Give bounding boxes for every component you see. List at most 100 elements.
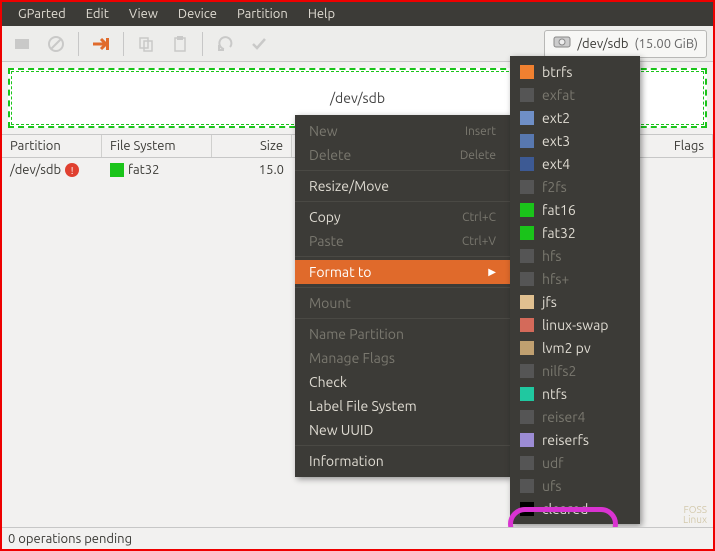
fs-option-label: cleared (542, 501, 588, 517)
menu-partition[interactable]: Partition (227, 7, 298, 21)
context-menu: NewInsertDeleteDeleteResize/MoveCopyCtrl… (295, 115, 510, 477)
menu-separator (295, 201, 510, 202)
col-partition[interactable]: Partition (2, 135, 102, 157)
fs-color-swatch (520, 502, 534, 516)
fs-label: fat32 (128, 163, 159, 177)
fs-option-label: ntfs (542, 386, 567, 402)
format-option-ext3[interactable]: ext3 (510, 129, 640, 152)
graphic-device-label: /dev/sdb (330, 90, 385, 106)
menu-separator (295, 256, 510, 257)
accelerator: Delete (460, 149, 496, 162)
fs-color-swatch (520, 364, 534, 378)
format-option-ext2[interactable]: ext2 (510, 106, 640, 129)
format-option-fat16[interactable]: fat16 (510, 198, 640, 221)
separator (123, 32, 124, 56)
fs-color-swatch (520, 180, 534, 194)
menu-item-label: Format to (309, 264, 372, 280)
menu-gparted[interactable]: GParted (8, 7, 76, 21)
format-option-fat32[interactable]: fat32 (510, 221, 640, 244)
menu-item-label: Copy (309, 209, 341, 225)
fs-option-label: fat32 (542, 225, 576, 241)
fs-color-swatch (520, 272, 534, 286)
fs-option-label: reiserfs (542, 432, 589, 448)
menu-view[interactable]: View (119, 7, 168, 21)
menu-item-name-partition: Name Partition (295, 322, 510, 346)
fs-option-label: udf (542, 455, 564, 471)
format-option-reiserfs[interactable]: reiserfs (510, 428, 640, 451)
format-option-linux-swap[interactable]: linux-swap (510, 313, 640, 336)
format-option-lvm2-pv[interactable]: lvm2 pv (510, 336, 640, 359)
menu-item-resize-move[interactable]: Resize/Move (295, 174, 510, 198)
accelerator: Ctrl+V (462, 235, 496, 248)
menu-item-label: Information (309, 453, 384, 469)
format-option-udf: udf (510, 451, 640, 474)
format-option-ufs: ufs (510, 474, 640, 497)
menu-item-label: New (309, 123, 338, 139)
format-option-reiser4: reiser4 (510, 405, 640, 428)
format-option-hfs: hfs (510, 244, 640, 267)
fs-color-swatch (520, 318, 534, 332)
harddisk-icon (553, 34, 571, 53)
statusbar: 0 operations pending (2, 527, 713, 549)
new-partition-icon[interactable] (8, 30, 36, 58)
fs-option-label: f2fs (542, 179, 567, 195)
menu-separator (295, 445, 510, 446)
fs-color-swatch (520, 433, 534, 447)
fs-color-swatch (520, 65, 534, 79)
menu-item-label-file-system[interactable]: Label File System (295, 394, 510, 418)
format-option-jfs[interactable]: jfs (510, 290, 640, 313)
menu-item-label: New UUID (309, 422, 373, 438)
menu-item-information[interactable]: Information (295, 449, 510, 473)
device-selector[interactable]: /dev/sdb (15.00 GiB) (544, 30, 707, 58)
format-to-submenu: btrfs exfat ext2 ext3 ext4 f2fs fat16 fat32 hfs h… (510, 56, 640, 524)
copy-icon[interactable] (132, 30, 160, 58)
fs-color-swatch (520, 111, 534, 125)
menu-separator (295, 170, 510, 171)
fs-color-swatch (520, 479, 534, 493)
watermark: FOSSLinux (683, 505, 707, 525)
fs-option-label: hfs+ (542, 271, 569, 287)
format-option-hfs-: hfs+ (510, 267, 640, 290)
fs-option-label: linux-swap (542, 317, 608, 333)
accelerator: Insert (465, 125, 496, 138)
col-size[interactable]: Size (212, 135, 292, 157)
menu-item-new: New Insert (295, 119, 510, 143)
menu-item-copy[interactable]: Copy Ctrl+C (295, 205, 510, 229)
format-option-btrfs[interactable]: btrfs (510, 60, 640, 83)
separator (202, 32, 203, 56)
resize-icon[interactable] (87, 30, 115, 58)
col-filesystem[interactable]: File System (102, 135, 212, 157)
menu-item-format-to[interactable]: Format to▶ (295, 260, 510, 284)
format-option-cleared[interactable]: cleared (510, 497, 640, 520)
fs-option-label: ext4 (542, 156, 570, 172)
menu-item-label: Label File System (309, 398, 417, 414)
format-option-ntfs[interactable]: ntfs (510, 382, 640, 405)
menu-separator (295, 287, 510, 288)
menu-item-manage-flags: Manage Flags (295, 346, 510, 370)
undo-icon[interactable] (211, 30, 239, 58)
apply-icon[interactable] (245, 30, 273, 58)
accelerator: Ctrl+C (462, 211, 496, 224)
delete-icon[interactable] (42, 30, 70, 58)
menu-help[interactable]: Help (298, 7, 345, 21)
menu-item-paste: Paste Ctrl+V (295, 229, 510, 253)
fs-option-label: nilfs2 (542, 363, 576, 379)
menu-item-label: Mount (309, 295, 351, 311)
fs-option-label: ext2 (542, 110, 570, 126)
menu-item-label: Paste (309, 233, 344, 249)
fs-option-label: exfat (542, 87, 575, 103)
menu-item-check[interactable]: Check (295, 370, 510, 394)
device-name: /dev/sdb (577, 37, 628, 51)
menu-item-label: Check (309, 374, 347, 390)
format-option-ext4[interactable]: ext4 (510, 152, 640, 175)
fs-color-swatch (520, 341, 534, 355)
paste-icon[interactable] (166, 30, 194, 58)
fs-color-swatch (520, 456, 534, 470)
fs-option-label: hfs (542, 248, 561, 264)
menu-device[interactable]: Device (168, 7, 227, 21)
menu-item-new-uuid[interactable]: New UUID (295, 418, 510, 442)
menu-edit[interactable]: Edit (76, 7, 119, 21)
menu-item-label: Manage Flags (309, 350, 395, 366)
fs-color-swatch (520, 295, 534, 309)
fs-color-swatch (520, 387, 534, 401)
